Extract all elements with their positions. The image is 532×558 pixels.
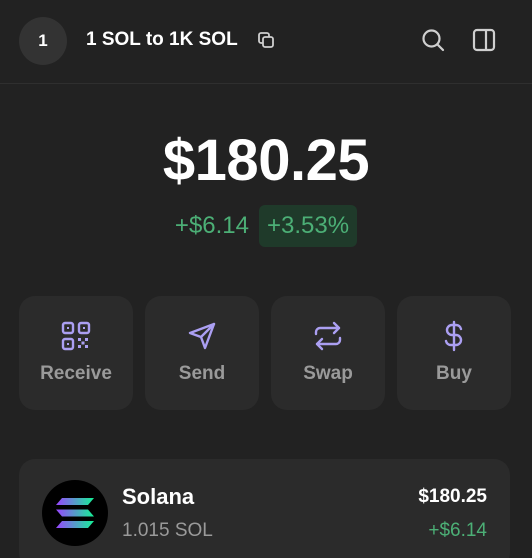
balance-change-percent: +3.53% [259, 205, 358, 247]
account-name[interactable]: 1 SOL to 1K SOL [86, 28, 238, 52]
receive-label: Receive [40, 363, 112, 384]
receive-button[interactable]: Receive [19, 296, 133, 410]
swap-button[interactable]: Swap [271, 296, 385, 410]
token-name: Solana [122, 484, 195, 509]
buy-label: Buy [436, 363, 472, 384]
balance-change: +$6.14 +3.53% [0, 205, 532, 247]
account-avatar[interactable]: 1 [19, 17, 67, 65]
token-row-solana[interactable]: Solana 1.015 SOL $180.25 +$6.14 [19, 459, 510, 558]
total-balance: $180.25 [162, 128, 370, 193]
copy-icon[interactable] [256, 30, 276, 50]
send-button[interactable]: Send [145, 296, 259, 410]
search-icon[interactable] [420, 27, 446, 53]
send-label: Send [178, 363, 226, 384]
action-buttons: Receive Send Swap Buy [19, 296, 513, 410]
swap-icon [314, 321, 342, 351]
solana-logo-icon [42, 480, 108, 546]
dollar-icon [444, 320, 463, 352]
token-amount: 1.015 SOL [122, 520, 213, 541]
header: 1 1 SOL to 1K SOL [0, 0, 532, 84]
qr-code-icon [61, 321, 91, 351]
swap-label: Swap [303, 363, 353, 384]
token-change: +$6.14 [428, 520, 487, 541]
buy-button[interactable]: Buy [397, 296, 511, 410]
side-panel-icon[interactable] [471, 27, 497, 53]
send-icon [188, 322, 216, 350]
balance-change-amount: +$6.14 [174, 212, 249, 239]
token-value: $180.25 [418, 486, 487, 507]
